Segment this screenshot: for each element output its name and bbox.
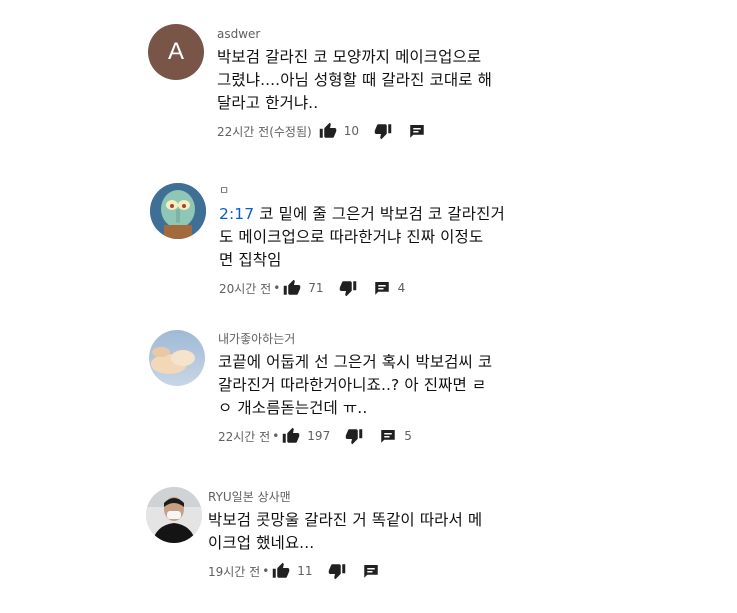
thumbs-down-icon [339, 281, 356, 297]
thumbs-up-icon [283, 427, 300, 443]
comment-time[interactable]: 22시간 전(수정됨) [217, 123, 312, 140]
dislike-button[interactable] [344, 426, 364, 446]
comment-text: 2:17 코 밑에 줄 그은거 박보검 코 갈라진거 도 메이크업으로 따라한거… [219, 203, 549, 272]
thumbs-up-icon [319, 122, 336, 138]
timestamp-link[interactable]: 2:17 [219, 205, 254, 223]
squidward-avatar-image [150, 183, 206, 239]
thumbs-down-icon [345, 429, 363, 445]
reply-icon [381, 430, 395, 443]
comment-text: 박보검 갈라진 코 모양까지 메이크업으로 그렸냐....아님 성형할 때 갈라… [217, 46, 547, 115]
reply-count: 4 [397, 281, 406, 295]
meta-separator: • [262, 564, 270, 578]
comment-text-line: 이크업 했네요... [208, 534, 315, 552]
reply-icon [410, 125, 424, 138]
reply-button[interactable] [378, 426, 398, 446]
comment-text-line: 2:17 코 밑에 줄 그은거 박보검 코 갈라진거 [219, 203, 549, 226]
comment-meta: 19시간 전 • 11 [208, 561, 548, 581]
thumbs-down-icon [328, 564, 345, 580]
avatar[interactable]: A [148, 24, 204, 80]
like-button[interactable] [281, 426, 301, 446]
comment-text-line: 박보검 갈라진 코 모양까지 메이크업으로 [217, 48, 482, 66]
like-count: 10 [343, 124, 359, 138]
comment-text: 박보검 콧망울 갈라진 거 똑같이 따라서 메 이크업 했네요... [208, 509, 548, 555]
thumbs-down-icon [374, 124, 392, 140]
comment-time[interactable]: 22시간 전 [218, 428, 270, 445]
sky-avatar-image [149, 330, 205, 386]
comment-meta: 22시간 전(수정됨) 10 [217, 121, 547, 141]
reply-button[interactable] [372, 278, 392, 298]
thumbs-up-icon [273, 562, 290, 578]
reply-button[interactable] [361, 561, 381, 581]
avatar[interactable] [150, 183, 206, 239]
comment-text-line: 갈라진거 따라한거아니죠..? 아 진짜면 ㄹ [218, 376, 487, 394]
reply-count: 5 [404, 429, 412, 443]
comment-text-line: 면 집착임 [219, 251, 282, 269]
comment-author[interactable]: ㅁ [219, 183, 549, 199]
dislike-button[interactable] [338, 278, 358, 298]
reply-button[interactable] [407, 121, 427, 141]
comment-text: 코끝에 어둡게 선 그은거 혹시 박보검씨 코 갈라진거 따라한거아니죠..? … [218, 351, 548, 420]
avatar-letter: A [167, 38, 184, 65]
reply-icon [363, 565, 378, 578]
avatar[interactable] [146, 487, 202, 543]
comment-text-fragment: 코 밑에 줄 그은거 박보검 코 갈라진거 [254, 205, 505, 223]
comment-author[interactable]: RYU일본 상사맨 [208, 489, 548, 505]
dislike-button[interactable] [327, 561, 347, 581]
comment-text-line: 달라고 한거냐.. [217, 94, 319, 112]
comment-author[interactable]: 내가좋아하는거 [218, 331, 548, 347]
comment-text-line: 코끝에 어둡게 선 그은거 혹시 박보검씨 코 [218, 353, 493, 371]
comment-time[interactable]: 19시간 전 [208, 563, 260, 580]
comment-author[interactable]: asdwer [217, 26, 547, 42]
comment-text-line: 그렸냐....아님 성형할 때 갈라진 코대로 해 [217, 71, 493, 89]
like-button[interactable] [282, 278, 302, 298]
meta-separator: • [273, 281, 281, 295]
meta-separator: • [272, 429, 280, 443]
avatar[interactable] [149, 330, 205, 386]
like-count: 71 [308, 281, 324, 295]
comment-meta: 22시간 전 • 197 5 [218, 426, 548, 446]
like-button[interactable] [318, 121, 338, 141]
comment-text-line: 박보검 콧망울 갈라진 거 똑같이 따라서 메 [208, 511, 483, 529]
like-button[interactable] [271, 561, 291, 581]
comment-text-line: 도 메이크업으로 따라한거냐 진짜 이정도 [219, 228, 484, 246]
comment-meta: 20시간 전 • 71 4 [219, 278, 549, 298]
reply-icon [374, 282, 389, 295]
person-avatar-image [146, 487, 202, 543]
like-count: 11 [297, 564, 313, 578]
thumbs-up-icon [284, 279, 301, 295]
comment-time[interactable]: 20시간 전 [219, 280, 271, 297]
like-count: 197 [307, 429, 331, 443]
dislike-button[interactable] [373, 121, 393, 141]
comment-text-line: ㅇ 개소름돋는건데 ㅠ.. [218, 399, 368, 417]
